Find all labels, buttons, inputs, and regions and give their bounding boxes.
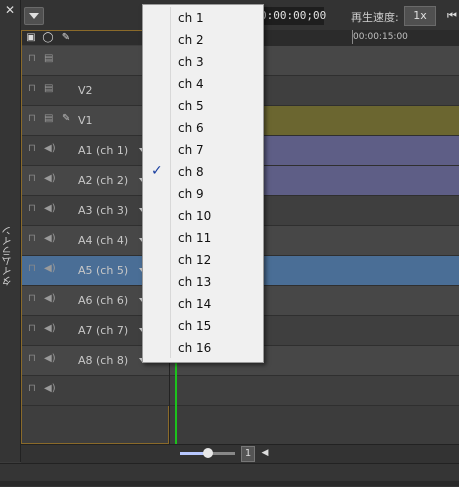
skip-to-start-icon[interactable]: ⏮	[445, 6, 459, 26]
track-name: V1	[78, 114, 93, 127]
ruler-timecode-label: 00:00:15:00	[353, 32, 408, 42]
speaker-icon[interactable]: ◀)	[44, 263, 56, 275]
video-track-icon[interactable]: ▤	[44, 113, 56, 125]
track-name	[78, 384, 138, 398]
menu-item-label: ch 4	[178, 77, 204, 91]
menu-item-channel[interactable]: ch 6	[145, 117, 261, 139]
speaker-icon[interactable]: ◀)	[44, 173, 56, 185]
menu-item-label: ch 10	[178, 209, 212, 223]
track-lock-icon[interactable]: ⊓	[28, 84, 38, 94]
speaker-icon[interactable]: ◀)	[44, 383, 56, 395]
menu-item-channel[interactable]: ch 11	[145, 227, 261, 249]
zoom-slider-handle[interactable]	[203, 448, 213, 458]
track-lock-icon[interactable]: ⊓	[28, 144, 38, 154]
menu-item-channel[interactable]: ch 15	[145, 315, 261, 337]
menu-item-channel[interactable]: ch 13	[145, 271, 261, 293]
menu-item-label: ch 5	[178, 99, 204, 113]
menu-item-channel[interactable]: ch 9	[145, 183, 261, 205]
track-name: A6 (ch 6)	[78, 294, 129, 307]
speaker-icon[interactable]: ◀)	[44, 293, 56, 305]
menu-item-channel[interactable]: ch 2	[145, 29, 261, 51]
speaker-icon[interactable]: ◀)	[44, 353, 56, 365]
panel-menu-button[interactable]	[24, 7, 44, 25]
menu-item-channel[interactable]: ch 7	[145, 139, 261, 161]
timeline-clip[interactable]	[264, 166, 459, 195]
panel-title: タイムライン	[3, 226, 14, 286]
track-lock-icon[interactable]: ⊓	[28, 264, 38, 274]
track-lock-icon[interactable]: ⊓	[28, 354, 38, 364]
menu-item-channel[interactable]: ch 5	[145, 95, 261, 117]
track-lock-icon[interactable]: ⊓	[28, 54, 38, 64]
menu-item-label: ch 3	[178, 55, 204, 69]
track-name: V2	[78, 84, 93, 97]
pen-icon[interactable]: ✎	[62, 113, 74, 125]
video-track-icon[interactable]: ▤	[44, 83, 56, 95]
track-name: A8 (ch 8)	[78, 354, 129, 367]
page-number[interactable]: 1	[241, 446, 255, 462]
menu-item-label: ch 16	[178, 341, 212, 355]
menu-item-label: ch 11	[178, 231, 212, 245]
menu-item-channel[interactable]: ch 4	[145, 73, 261, 95]
track-lock-icon[interactable]: ⊓	[28, 234, 38, 244]
menu-item-label: ch 12	[178, 253, 212, 267]
speaker-icon[interactable]: ◀)	[44, 143, 56, 155]
menu-item-channel[interactable]: ch 16	[145, 337, 261, 359]
track-lock-icon[interactable]: ⊓	[28, 384, 38, 394]
video-track-icon[interactable]: ▤	[44, 53, 56, 65]
timecode-field[interactable]: 0:00:00;00	[260, 7, 326, 25]
track-name: A5 (ch 5)	[78, 264, 129, 277]
pen-icon[interactable]: ✎	[60, 32, 72, 44]
track-name: A7 (ch 7)	[78, 324, 129, 337]
menu-item-label: ch 8	[178, 165, 204, 179]
track-lock-icon[interactable]: ⊓	[28, 324, 38, 334]
menu-item-channel[interactable]: ch 12	[145, 249, 261, 271]
timeline-clip[interactable]	[264, 136, 459, 165]
channel-dropdown-menu: ch 1 ch 2 ch 3 ch 4 ch 5 ch 6 ch 7 ✓ ch 8 ch 9 ch …	[142, 4, 264, 363]
track-name: A2 (ch 2)	[78, 174, 129, 187]
menu-item-channel[interactable]: ch 3	[145, 51, 261, 73]
speaker-icon[interactable]: ◀)	[44, 323, 56, 335]
menu-item-label: ch 1	[178, 11, 204, 25]
speaker-icon[interactable]: ◀)	[44, 233, 56, 245]
menu-item-label: ch 2	[178, 33, 204, 47]
menu-item-channel[interactable]: ✓ ch 8	[145, 161, 261, 183]
sync-icon[interactable]: ◯	[42, 32, 54, 44]
menu-item-label: ch 15	[178, 319, 212, 333]
menu-item-channel[interactable]: ch 10	[145, 205, 261, 227]
checkmark-icon: ✓	[151, 163, 163, 179]
chevron-left-icon[interactable]: ◀	[259, 446, 271, 460]
menu-item-label: ch 7	[178, 143, 204, 157]
menu-item-label: ch 9	[178, 187, 204, 201]
speaker-icon[interactable]: ◀)	[44, 203, 56, 215]
track-lock-icon[interactable]: ⊓	[28, 174, 38, 184]
chevron-down-icon	[29, 13, 39, 19]
track-row[interactable]: ⊓ ◀)	[22, 376, 459, 406]
track-name: A4 (ch 4)	[78, 234, 129, 247]
timeline-clip[interactable]	[264, 106, 459, 135]
menu-item-label: ch 14	[178, 297, 212, 311]
playback-speed-value[interactable]: 1x	[404, 6, 436, 26]
track-lock-icon[interactable]: ⊓	[28, 204, 38, 214]
lock-icon[interactable]: ▣	[25, 32, 37, 44]
track-name	[78, 54, 138, 68]
timeline-bottom-bar	[21, 444, 459, 463]
track-name: A1 (ch 1)	[78, 144, 129, 157]
footer-divider	[0, 481, 459, 486]
track-lock-icon[interactable]: ⊓	[28, 294, 38, 304]
track-lock-icon[interactable]: ⊓	[28, 114, 38, 124]
menu-item-channel[interactable]: ch 14	[145, 293, 261, 315]
close-icon[interactable]: ✕	[4, 4, 16, 16]
menu-item-label: ch 6	[178, 121, 204, 135]
playback-speed-label: 再生速度:	[351, 11, 399, 24]
menu-item-label: ch 13	[178, 275, 212, 289]
menu-item-channel[interactable]: ch 1	[145, 7, 261, 29]
track-name: A3 (ch 3)	[78, 204, 129, 217]
